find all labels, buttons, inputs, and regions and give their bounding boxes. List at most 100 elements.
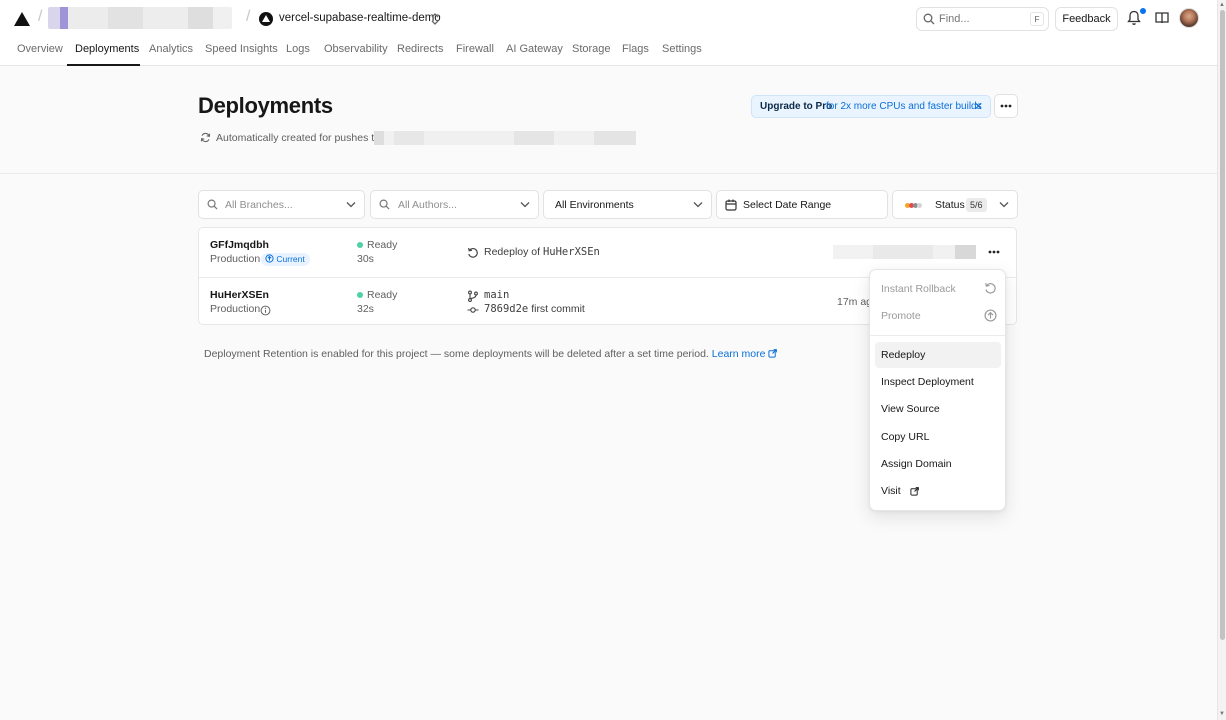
tab-settings[interactable]: Settings [662,43,702,55]
redeploy-icon [468,247,478,258]
search-icon [923,13,935,25]
deployment-url-redacted[interactable] [833,245,976,259]
tab-observability[interactable]: Observability [324,43,388,55]
ready-status-dot [357,242,363,248]
external-link-icon [910,487,919,496]
menu-item-view-source[interactable]: View Source [875,396,1001,422]
branch-name[interactable]: main [484,289,509,301]
current-icon [265,254,274,263]
repository-redacted[interactable] [374,131,636,145]
team-switcher-redacted[interactable] [48,7,232,29]
project-avatar-icon [259,12,273,26]
rollback-icon [985,282,996,294]
chevron-down-icon [520,202,530,208]
scroll-up-arrow-icon[interactable]: ▲ [1219,2,1225,8]
git-commit-icon [467,307,479,313]
info-icon[interactable] [260,305,271,316]
current-badge-label: Current [276,254,305,264]
retention-text: Deployment Retention is enabled for this… [204,348,709,360]
commit-sha[interactable]: 7869d2e [484,303,528,315]
status-count-badge: 5/6 [966,198,987,212]
tab-deployments[interactable]: Deployments [75,43,139,55]
chevron-down-icon [693,202,703,208]
environments-filter[interactable]: All Environments [543,190,712,219]
tab-storage[interactable]: Storage [572,43,611,55]
page-title: Deployments [198,93,333,118]
notifications-button[interactable] [1127,8,1146,28]
ellipsis-icon [988,250,1000,254]
top-header: / / vercel-supabase-realtime-demo F Feed… [0,0,1217,66]
chevron-down-icon [999,202,1009,208]
commit-message[interactable]: first commit [531,303,585,315]
feedback-button[interactable]: Feedback [1055,7,1118,31]
status-filter-label: Status [935,199,965,211]
page-header: Deployments Automatically created for pu… [0,66,1217,174]
row-more-button[interactable] [985,244,1003,260]
menu-item-assign-domain[interactable]: Assign Domain [875,451,1001,477]
upgrade-text[interactable]: for 2x more CPUs and faster builds [826,101,982,112]
user-avatar[interactable] [1179,8,1199,28]
menu-item-promote[interactable]: Promote [875,303,1001,329]
redeploy-source-ref[interactable]: HuHerXSEn [543,246,600,258]
deployment-environment: Production [210,253,261,265]
vercel-logo-icon[interactable] [14,12,30,26]
authors-filter[interactable]: All Authors... [370,190,539,219]
tab-flags[interactable]: Flags [622,43,649,55]
search-icon [207,199,218,210]
menu-item-instant-rollback[interactable]: Instant Rollback [875,276,1001,302]
tab-firewall[interactable]: Firewall [456,43,494,55]
tab-speed-insights[interactable]: Speed Insights [205,43,278,55]
menu-item-copy-url[interactable]: Copy URL [875,424,1001,450]
chevron-down-icon [346,202,356,208]
auto-created-text: Automatically created for pushes to [216,132,381,144]
branches-filter-placeholder: All Branches... [225,199,293,211]
deployment-actions-menu: Instant Rollback Promote Redeploy Inspec… [869,269,1006,511]
date-range-filter[interactable]: Select Date Range [716,190,888,219]
promote-icon [984,309,997,322]
ellipsis-icon [1000,104,1012,108]
breadcrumb-separator: / [38,8,43,25]
branches-filter[interactable]: All Branches... [198,190,365,219]
deployment-environment: Production [210,303,261,315]
upgrade-title[interactable]: Upgrade to Pro [760,101,832,112]
scroll-down-arrow-icon[interactable]: ▼ [1219,711,1225,717]
learn-more-link[interactable]: Learn more [712,348,778,360]
tab-ai-gateway[interactable]: AI Gateway [506,43,563,55]
deployment-status: Ready [367,289,398,301]
upgrade-banner[interactable]: Upgrade to Pro for 2x more CPUs and fast… [751,95,991,118]
ready-status-dot [357,292,363,298]
external-link-icon [768,349,778,358]
authors-filter-placeholder: All Authors... [398,199,457,211]
search-shortcut-key: F [1030,12,1044,26]
git-branch-icon [468,290,478,302]
deployment-duration: 32s [357,303,374,315]
search-box[interactable]: F [916,7,1049,31]
deployment-duration: 30s [357,253,374,265]
vertical-scrollbar[interactable]: ▲ ▼ [1217,0,1226,720]
redeploy-source-text: Redeploy of HuHerXSEn [484,246,600,258]
status-colors-icon [905,203,922,208]
search-input[interactable] [939,11,1027,27]
sync-icon [200,132,211,143]
tab-analytics[interactable]: Analytics [149,43,193,55]
status-filter[interactable]: Status 5/6 [892,190,1018,219]
scrollbar-thumb[interactable] [1220,10,1225,640]
environments-filter-value: All Environments [555,199,634,211]
menu-item-inspect-deployment[interactable]: Inspect Deployment [875,369,1001,395]
deployment-id[interactable]: HuHerXSEn [210,289,269,301]
menu-item-visit[interactable]: Visit [875,478,1001,504]
docs-book-icon[interactable] [1155,11,1169,25]
deployment-status: Ready [367,239,398,251]
tab-logs[interactable]: Logs [286,43,310,55]
chevron-up-down-icon[interactable] [430,12,440,26]
close-icon[interactable]: ✕ [974,100,983,113]
tab-overview[interactable]: Overview [17,43,63,55]
tab-redirects[interactable]: Redirects [397,43,443,55]
project-name[interactable]: vercel-supabase-realtime-demo [279,12,441,24]
bell-icon [1127,10,1141,25]
notification-dot [1140,8,1146,14]
page-more-button[interactable] [994,94,1018,118]
deployment-id[interactable]: GFfJmqdbh [210,239,269,251]
menu-item-redeploy[interactable]: Redeploy [875,342,1001,368]
calendar-icon [725,199,737,211]
